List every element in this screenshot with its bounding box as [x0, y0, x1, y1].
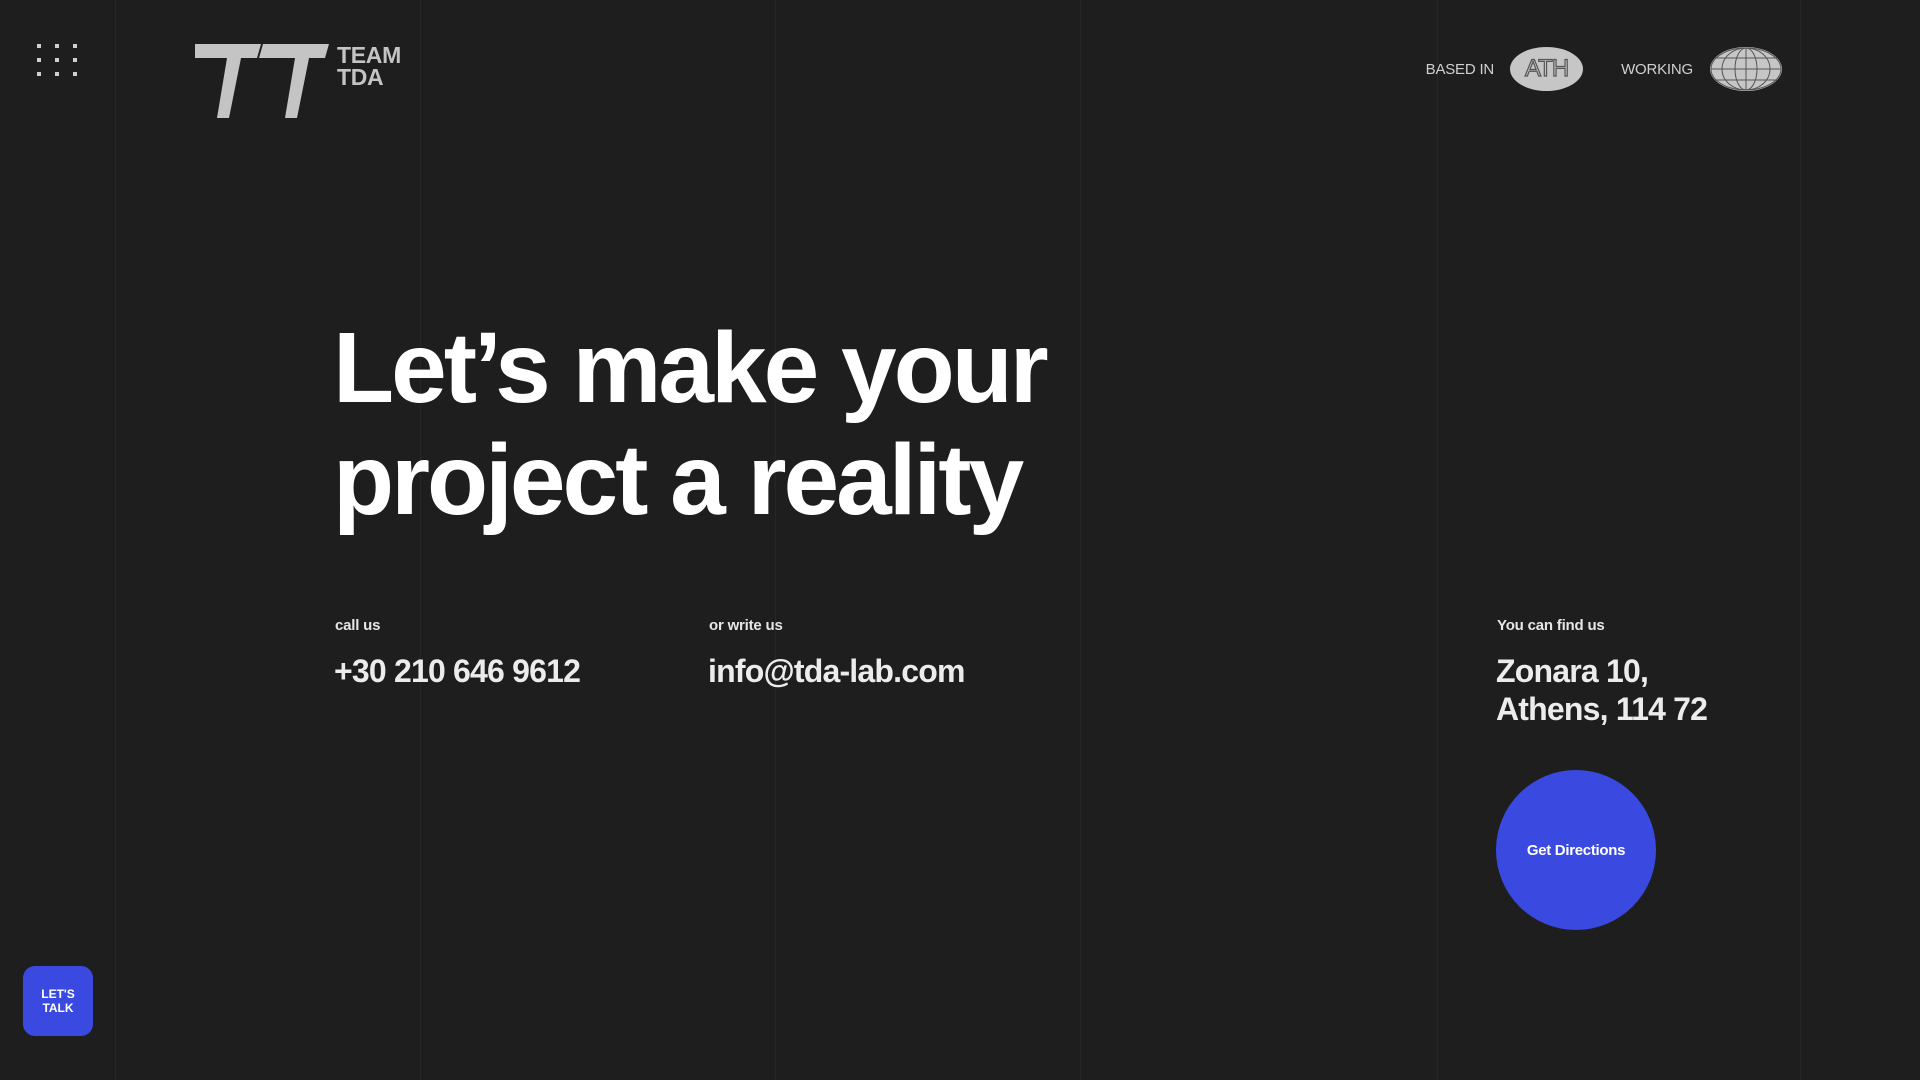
grid-line [115, 0, 116, 1080]
find-us-label: You can find us [1497, 617, 1605, 634]
grid-line [1080, 0, 1081, 1080]
grid-dots-icon [37, 44, 77, 76]
based-in-label: BASED IN [1425, 60, 1495, 78]
address: Zonara 10, Athens, 114 72 [1496, 653, 1708, 727]
grid-line [1800, 0, 1801, 1080]
location-status: BASED IN ATH WORKING [1426, 46, 1783, 92]
logo[interactable]: TEAM TDA [195, 44, 401, 118]
lets-talk-button[interactable]: LET'S TALK [23, 966, 93, 1036]
grid-line [420, 0, 421, 1080]
menu-button[interactable] [35, 42, 81, 78]
write-us-label: or write us [709, 617, 783, 634]
grid-line [775, 0, 776, 1080]
email-link[interactable]: info@tda-lab.com [708, 652, 965, 690]
call-us-label: call us [335, 617, 381, 634]
city-badge: ATH [1510, 47, 1584, 91]
working-label: WORKING [1621, 60, 1693, 78]
grid-line [1437, 0, 1438, 1080]
phone-link[interactable]: +30 210 646 9612 [334, 652, 581, 690]
get-directions-button[interactable]: Get Directions [1496, 770, 1656, 930]
logo-mark-icon [195, 44, 329, 118]
page-title: Let’s make your project a reality [333, 312, 1049, 536]
logo-text: TEAM TDA [337, 42, 401, 90]
globe-icon [1710, 47, 1782, 91]
